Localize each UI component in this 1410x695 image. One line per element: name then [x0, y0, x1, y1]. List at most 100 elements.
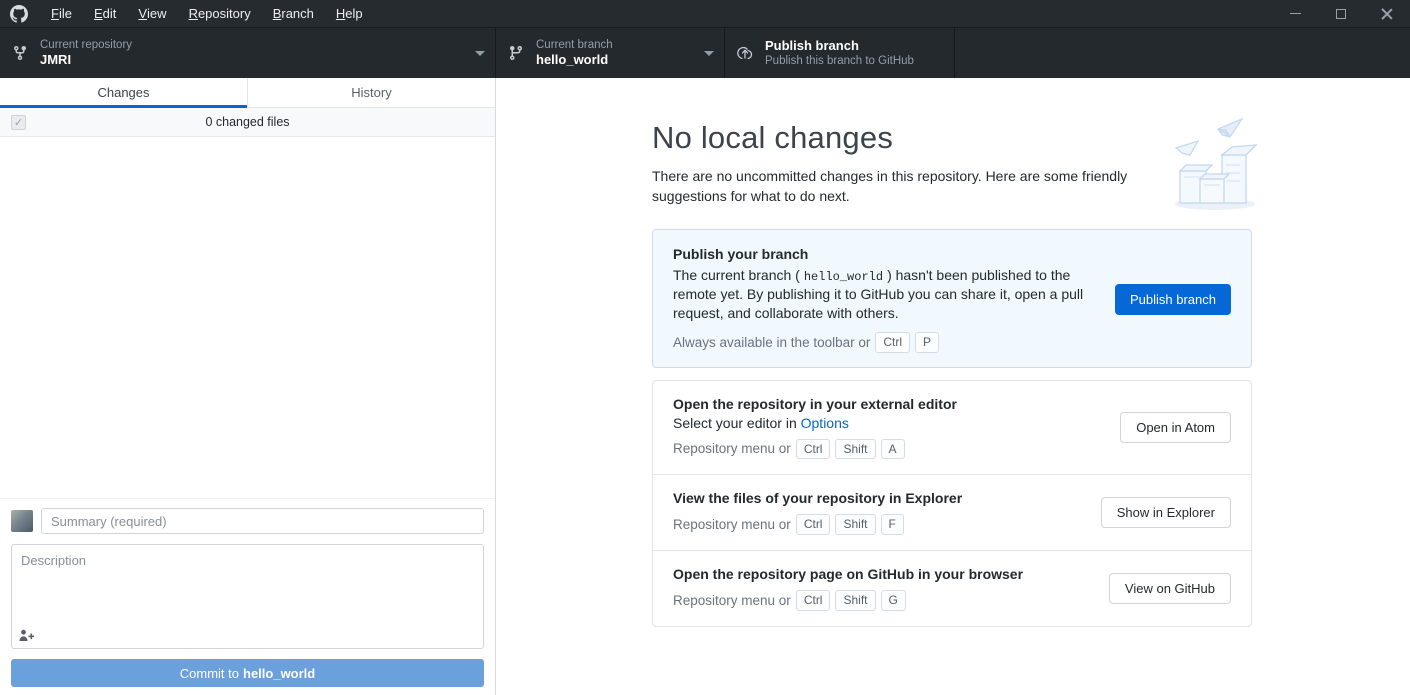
commit-summary-row [11, 508, 484, 534]
commit-button-prefix: Commit to [180, 666, 239, 681]
suggestion-show-in-explorer: View the files of your repository in Exp… [653, 474, 1251, 550]
menu-help-rest: elp [345, 6, 362, 21]
maximize-button[interactable] [1318, 0, 1364, 27]
menu-file[interactable]: File [40, 0, 83, 27]
kbd-ctrl: Ctrl [875, 332, 910, 353]
publish-branch-subtitle: Publish this branch to GitHub [765, 54, 914, 68]
commit-form: Commit to hello_world [0, 498, 495, 695]
publish-branch-toolbar-button[interactable]: Publish branch Publish this branch to Gi… [725, 28, 955, 78]
suggestion-text: Open the repository page on GitHub in yo… [673, 566, 1109, 611]
publish-branch-text: Publish branch Publish this branch to Gi… [765, 38, 914, 69]
menu-edit[interactable]: Edit [83, 0, 127, 27]
kbd-p: P [915, 332, 939, 353]
commit-button[interactable]: Commit to hello_world [11, 659, 484, 687]
publish-card-body-before: The current branch ( [673, 267, 800, 283]
add-coauthor-icon[interactable] [19, 629, 35, 642]
menu-edit-accel: E [94, 6, 103, 21]
commit-description-wrap [11, 544, 484, 649]
changed-files-count: 0 changed files [205, 115, 289, 129]
repo-forked-icon [12, 45, 28, 61]
avatar [11, 510, 33, 532]
publish-card-text: Publish your branch The current branch (… [673, 246, 1115, 353]
menu-help-accel: H [336, 6, 345, 21]
kbd-g: G [881, 590, 906, 611]
window-controls [1272, 0, 1410, 27]
kbd-ctrl: Ctrl [796, 590, 831, 611]
current-repository-dropdown[interactable]: Current repository JMRI [0, 28, 496, 78]
menu-branch-accel: B [273, 6, 282, 21]
commit-button-branch: hello_world [243, 666, 315, 681]
kbd-shift: Shift [835, 514, 875, 535]
page-title: No local changes [652, 120, 1252, 156]
close-button[interactable] [1364, 0, 1410, 27]
menu-branch-rest: ranch [281, 6, 314, 21]
open-in-atom-button[interactable]: Open in Atom [1120, 412, 1231, 443]
git-branch-icon [508, 45, 524, 61]
menu-help[interactable]: Help [325, 0, 374, 27]
suggestion-shortcut-line: Repository menu or Ctrl Shift F [673, 514, 1101, 535]
options-link[interactable]: Options [801, 415, 849, 431]
publish-branch-card: Publish your branch The current branch (… [652, 229, 1252, 368]
menu-view-rest: iew [147, 6, 167, 21]
upload-icon [737, 45, 753, 61]
toolbar: Current repository JMRI Current branch h… [0, 28, 1410, 78]
publish-branch-title: Publish branch [765, 38, 914, 54]
branch-name-code: hello_world [800, 270, 887, 284]
github-logo-icon [10, 5, 28, 23]
current-repository-text: Current repository JMRI [40, 38, 132, 69]
suggestion-list: Open the repository in your external edi… [652, 380, 1252, 627]
kbd-a: A [881, 439, 905, 460]
changed-files-header: ✓ 0 changed files [0, 108, 495, 137]
suggestion-title: View the files of your repository in Exp… [673, 490, 1101, 506]
suggestion-view-on-github: Open the repository page on GitHub in yo… [653, 550, 1251, 626]
suggestion-text: Open the repository in your external edi… [673, 396, 1120, 460]
suggestion-title: Open the repository page on GitHub in yo… [673, 566, 1109, 582]
suggestion-title: Open the repository in your external edi… [673, 396, 1120, 412]
commit-description-input[interactable] [11, 544, 484, 649]
menu-branch[interactable]: Branch [262, 0, 325, 27]
publish-shortcut-line: Always available in the toolbar or Ctrl … [673, 332, 1115, 353]
close-icon [1381, 8, 1393, 20]
commit-summary-input[interactable] [41, 508, 484, 534]
menu-view-accel: V [138, 6, 147, 21]
hero: No local changes There are no uncommitte… [652, 120, 1252, 207]
menubar: File Edit View Repository Branch Help [40, 0, 374, 27]
menu-file-accel: F [51, 6, 59, 21]
kbd-shift: Shift [835, 439, 875, 460]
publish-card-title: Publish your branch [673, 246, 1115, 262]
menu-repository[interactable]: Repository [178, 0, 262, 27]
chevron-down-icon [475, 51, 485, 56]
suggestion-text: View the files of your repository in Exp… [673, 490, 1101, 535]
page-subtitle: There are no uncommitted changes in this… [652, 166, 1162, 207]
paper-stack-illustration [1170, 115, 1262, 216]
suggestion-shortcut-prefix: Repository menu or [673, 593, 791, 608]
suggestion-shortcut-line: Repository menu or Ctrl Shift A [673, 439, 1120, 460]
github-desktop-window: File Edit View Repository Branch Help Cu… [0, 0, 1410, 695]
select-all-checkbox[interactable]: ✓ [11, 115, 26, 130]
publish-card-body: The current branch (hello_world) hasn't … [673, 266, 1115, 324]
show-in-explorer-button[interactable]: Show in Explorer [1101, 497, 1231, 528]
publish-branch-button[interactable]: Publish branch [1115, 284, 1231, 315]
menu-edit-rest: dit [103, 6, 117, 21]
sidebar-tabs: Changes History [0, 78, 495, 108]
tab-history[interactable]: History [247, 78, 495, 107]
content: Changes History ✓ 0 changed files Commit… [0, 78, 1410, 695]
kbd-shift: Shift [835, 590, 875, 611]
current-repository-value: JMRI [40, 52, 132, 68]
minimize-button[interactable] [1272, 0, 1318, 27]
kbd-f: F [881, 514, 904, 535]
suggestion-shortcut-line: Repository menu or Ctrl Shift G [673, 590, 1109, 611]
menu-file-rest: ile [59, 6, 72, 21]
current-branch-text: Current branch hello_world [536, 38, 613, 69]
current-branch-dropdown[interactable]: Current branch hello_world [496, 28, 725, 78]
tab-changes[interactable]: Changes [0, 78, 247, 107]
changes-list-empty [0, 137, 495, 498]
select-editor-prefix: Select your editor in [673, 415, 801, 431]
menu-view[interactable]: View [127, 0, 177, 27]
menu-repository-rest: epository [198, 6, 251, 21]
suggestion-shortcut-prefix: Repository menu or [673, 517, 791, 532]
current-branch-label: Current branch [536, 38, 613, 52]
kbd-ctrl: Ctrl [796, 439, 831, 460]
suggestion-external-editor: Open the repository in your external edi… [653, 381, 1251, 475]
view-on-github-button[interactable]: View on GitHub [1109, 573, 1231, 604]
